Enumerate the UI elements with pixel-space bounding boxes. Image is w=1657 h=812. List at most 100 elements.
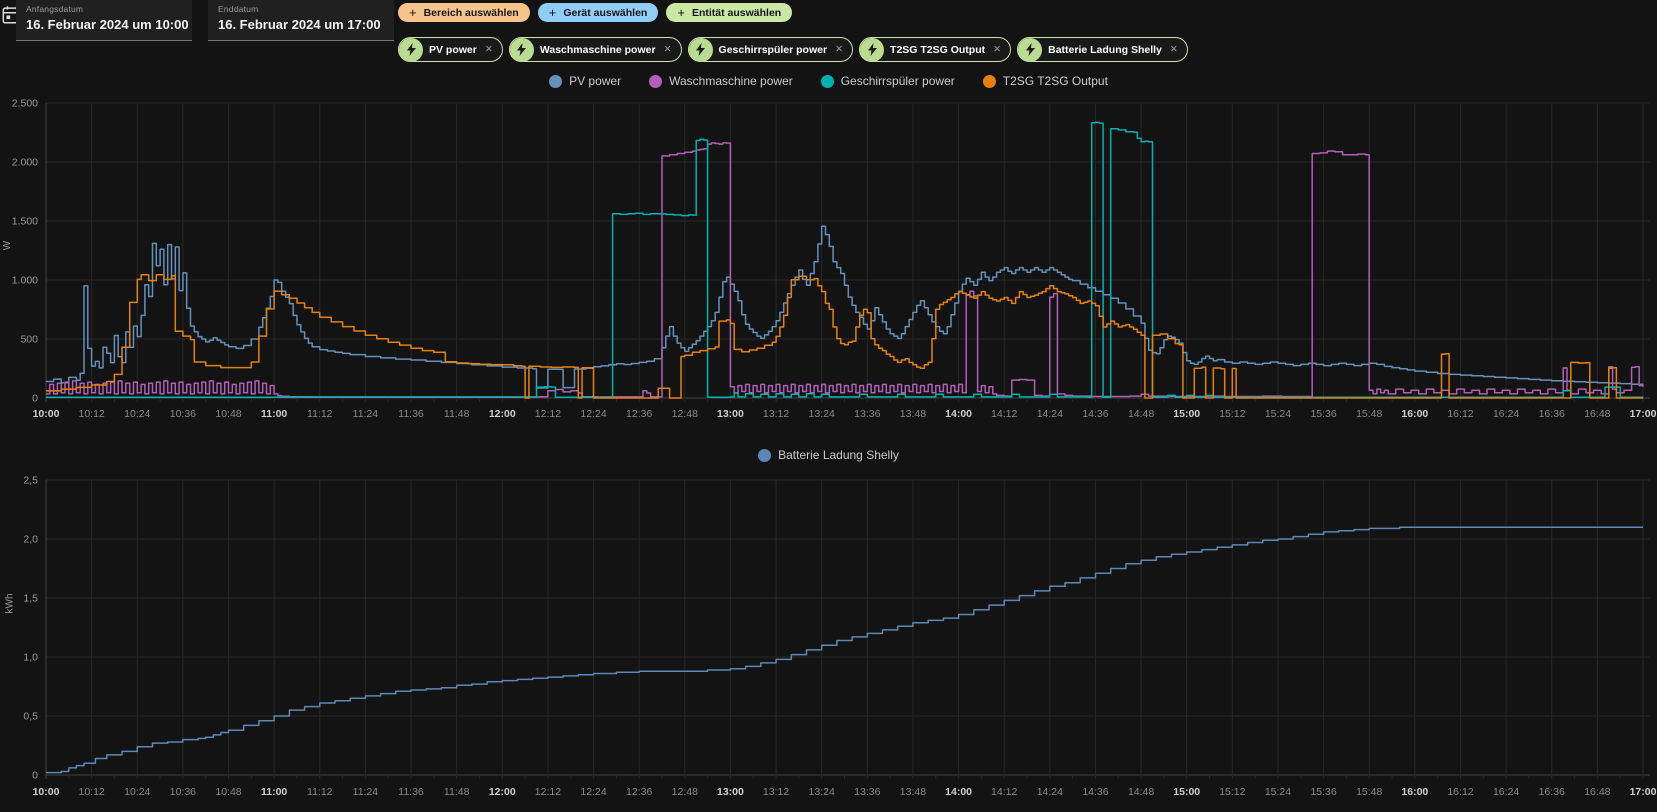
svg-text:16:12: 16:12 (1447, 408, 1473, 420)
lightning-icon (1018, 37, 1043, 62)
svg-text:10:00: 10:00 (33, 408, 60, 420)
svg-text:1,0: 1,0 (23, 652, 38, 664)
svg-text:12:36: 12:36 (626, 408, 652, 420)
svg-text:17:00: 17:00 (1630, 408, 1657, 420)
lightning-icon (860, 37, 885, 62)
svg-text:11:24: 11:24 (353, 786, 379, 798)
legend-label: T2SG T2SG Output (1002, 74, 1108, 88)
entity-chip-pv-power[interactable]: PV power ✕ (398, 37, 503, 62)
svg-text:15:12: 15:12 (1219, 786, 1245, 798)
svg-text:16:12: 16:12 (1447, 786, 1473, 798)
svg-text:10:36: 10:36 (170, 786, 196, 798)
power-chart-legend: PV power Waschmaschine power Geschirrspü… (0, 74, 1657, 88)
chip-close-icon[interactable]: ✕ (835, 44, 843, 55)
end-date-value: 16. Februar 2024 um 17:00 (218, 17, 381, 32)
svg-text:15:24: 15:24 (1265, 408, 1291, 420)
svg-text:14:12: 14:12 (991, 786, 1017, 798)
select-area-label: Bereich auswählen (423, 6, 519, 19)
chip-close-icon[interactable]: ✕ (485, 44, 493, 55)
svg-text:11:36: 11:36 (398, 408, 424, 420)
svg-text:14:36: 14:36 (1082, 408, 1108, 420)
entity-chip-batterie-ladung-shelly[interactable]: Batterie Ladung Shelly ✕ (1017, 37, 1188, 62)
svg-text:13:36: 13:36 (854, 408, 880, 420)
svg-text:500: 500 (20, 334, 38, 346)
chip-label: Geschirrspüler power (718, 43, 828, 56)
svg-text:11:24: 11:24 (353, 408, 379, 420)
start-date-field[interactable]: Anfangsdatum 16. Februar 2024 um 10:00 (16, 0, 192, 41)
svg-text:15:36: 15:36 (1310, 408, 1336, 420)
svg-text:1.000: 1.000 (12, 275, 38, 287)
chip-close-icon[interactable]: ✕ (1170, 44, 1178, 55)
svg-text:10:48: 10:48 (215, 408, 241, 420)
svg-text:10:24: 10:24 (124, 786, 150, 798)
start-date-label: Anfangsdatum (26, 4, 84, 14)
svg-text:12:36: 12:36 (626, 786, 652, 798)
select-device-button[interactable]: + Gerät auswählen (537, 3, 659, 22)
filter-button-row: + Bereich auswählen + Gerät auswählen + … (398, 3, 793, 22)
svg-text:13:24: 13:24 (809, 408, 835, 420)
svg-text:12:12: 12:12 (535, 408, 561, 420)
svg-text:12:48: 12:48 (672, 786, 698, 798)
battery-chart-canvas[interactable]: 2,5 2,0 1,5 1,0 0,5 0 10:00 10:12 10:24 10:36 10:4… (0, 468, 1657, 812)
select-device-label: Gerät auswählen (563, 6, 648, 19)
legend-item-waschmaschine-power[interactable]: Waschmaschine power (649, 74, 793, 88)
plus-icon: + (409, 4, 417, 20)
svg-text:16:48: 16:48 (1584, 786, 1610, 798)
select-area-button[interactable]: + Bereich auswählen (398, 3, 530, 22)
svg-text:0: 0 (32, 393, 38, 405)
svg-text:12:00: 12:00 (489, 786, 516, 798)
svg-text:13:48: 13:48 (900, 786, 926, 798)
battery-chart-legend: Batterie Ladung Shelly (0, 448, 1657, 462)
svg-text:14:48: 14:48 (1128, 408, 1154, 420)
entity-chip-row: PV power ✕ Waschmaschine power ✕ Geschir… (398, 37, 1188, 62)
chip-close-icon[interactable]: ✕ (664, 44, 672, 55)
power-chart-canvas[interactable]: 2.500 2.000 1.500 1.000 500 0 10:00 10:12 10:24 1… (0, 95, 1657, 430)
entity-chip-waschmaschine-power[interactable]: Waschmaschine power ✕ (508, 37, 682, 62)
svg-text:16:48: 16:48 (1584, 408, 1610, 420)
legend-label: Batterie Ladung Shelly (778, 448, 899, 462)
legend-item-geschirrspueler-power[interactable]: Geschirrspüler power (820, 74, 955, 88)
lightning-icon (399, 37, 423, 62)
legend-label: Waschmaschine power (669, 74, 793, 88)
select-entity-label: Entität auswählen (691, 6, 782, 19)
legend-item-t2sg-output[interactable]: T2SG T2SG Output (982, 74, 1108, 88)
start-date-value: 16. Februar 2024 um 10:00 (26, 17, 189, 32)
legend-dot-t2sg (982, 74, 996, 88)
end-date-label: Enddatum (218, 4, 259, 14)
svg-text:12:00: 12:00 (489, 408, 516, 420)
legend-dot-batterie (758, 448, 772, 462)
svg-text:1,5: 1,5 (23, 593, 38, 605)
svg-text:11:12: 11:12 (307, 786, 333, 798)
svg-text:1.500: 1.500 (12, 216, 38, 228)
svg-text:15:00: 15:00 (1173, 408, 1200, 420)
svg-text:16:24: 16:24 (1493, 786, 1519, 798)
svg-text:17:00: 17:00 (1630, 786, 1657, 798)
entity-chip-t2sg-output[interactable]: T2SG T2SG Output ✕ (859, 37, 1012, 62)
svg-text:13:12: 13:12 (763, 786, 789, 798)
svg-text:14:24: 14:24 (1037, 786, 1063, 798)
svg-text:11:00: 11:00 (261, 408, 287, 420)
svg-text:14:00: 14:00 (945, 786, 972, 798)
power-chart-unit-label: W (2, 240, 14, 251)
chip-close-icon[interactable]: ✕ (993, 44, 1001, 55)
svg-text:16:36: 16:36 (1539, 408, 1565, 420)
svg-text:12:48: 12:48 (672, 408, 698, 420)
plus-icon: + (677, 4, 685, 20)
end-date-field[interactable]: Enddatum 16. Februar 2024 um 17:00 (208, 0, 394, 41)
svg-text:10:48: 10:48 (215, 786, 241, 798)
svg-text:13:12: 13:12 (763, 408, 789, 420)
svg-text:13:48: 13:48 (900, 408, 926, 420)
chip-label: T2SG T2SG Output (890, 43, 986, 56)
svg-text:15:00: 15:00 (1173, 786, 1200, 798)
legend-item-batterie-ladung-shelly[interactable]: Batterie Ladung Shelly (758, 448, 899, 462)
select-entity-button[interactable]: + Entität auswählen (666, 3, 793, 22)
svg-text:12:24: 12:24 (580, 408, 606, 420)
svg-text:11:12: 11:12 (307, 408, 333, 420)
svg-text:15:12: 15:12 (1219, 408, 1245, 420)
svg-text:12:12: 12:12 (535, 786, 561, 798)
svg-text:0,5: 0,5 (23, 711, 38, 723)
legend-dot-pv (549, 74, 563, 88)
legend-item-pv-power[interactable]: PV power (549, 74, 621, 88)
entity-chip-geschirrspueler-power[interactable]: Geschirrspüler power ✕ (687, 37, 854, 62)
svg-text:0: 0 (32, 770, 38, 782)
